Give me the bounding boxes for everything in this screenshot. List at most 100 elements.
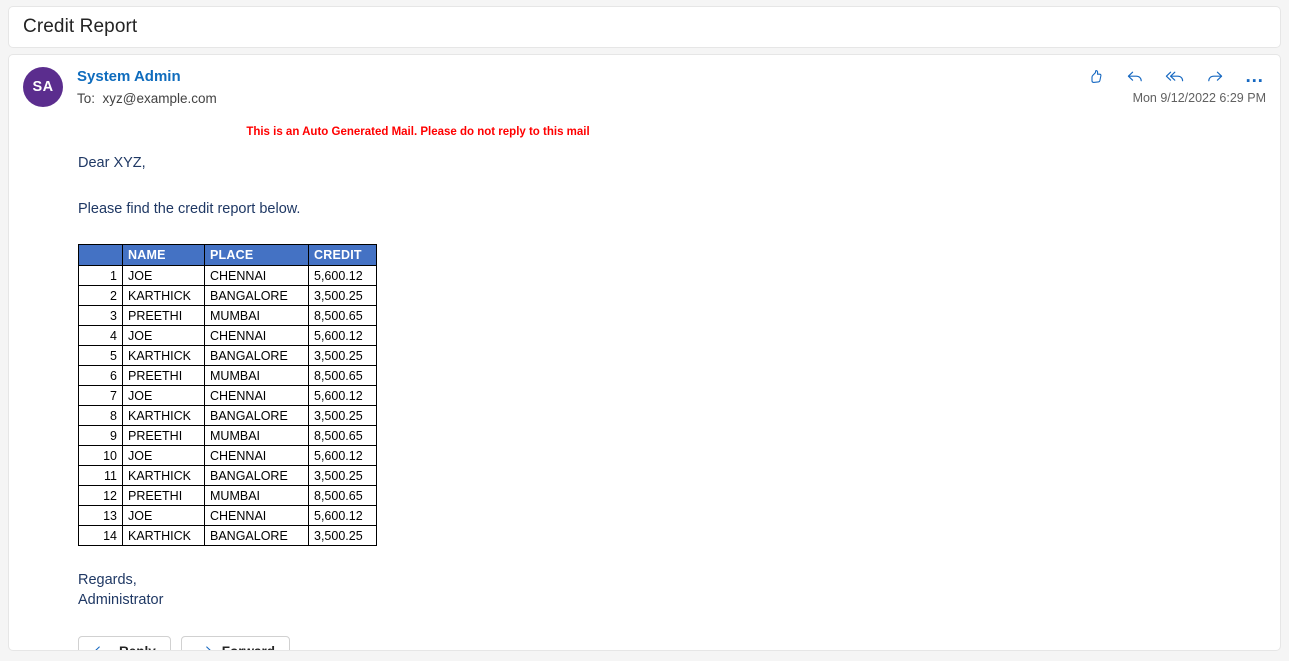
- cell-name: PREETHI: [122, 425, 205, 446]
- cell-name: JOE: [122, 445, 205, 466]
- cell-credit: 8,500.65: [308, 485, 377, 506]
- cell-name: JOE: [122, 265, 205, 286]
- cell-place: MUMBAI: [204, 365, 309, 386]
- table-head: NAME PLACE CREDIT: [78, 244, 377, 266]
- greeting-text: Dear XYZ,: [78, 155, 146, 171]
- cell-index: 1: [78, 265, 123, 286]
- cell-place: MUMBAI: [204, 425, 309, 446]
- cell-index: 12: [78, 485, 123, 506]
- cell-name: PREETHI: [122, 365, 205, 386]
- more-options-icon[interactable]: …: [1242, 65, 1268, 89]
- cell-index: 8: [78, 405, 123, 426]
- cell-place: BANGALORE: [204, 285, 309, 306]
- reply-button-label: Reply: [119, 644, 156, 650]
- cell-index: 4: [78, 325, 123, 346]
- table-row: 12 PREETHI MUMBAI 8,500.65: [78, 485, 377, 506]
- cell-credit: 5,600.12: [308, 265, 377, 286]
- cell-index: 14: [78, 525, 123, 546]
- intro-text: Please find the credit report below.: [78, 201, 301, 217]
- cell-name: KARTHICK: [122, 405, 205, 426]
- table-row: 14 KARTHICK BANGALORE 3,500.25: [78, 525, 377, 546]
- column-header-index: [78, 244, 123, 266]
- cell-place: BANGALORE: [204, 465, 309, 486]
- signature-block: Regards, Administrator: [78, 570, 1266, 610]
- table-header-row: NAME PLACE CREDIT: [78, 244, 377, 266]
- cell-name: KARTHICK: [122, 285, 205, 306]
- cell-name: PREETHI: [122, 305, 205, 326]
- cell-index: 6: [78, 365, 123, 386]
- cell-credit: 5,600.12: [308, 385, 377, 406]
- table-body: 1 JOE CHENNAI 5,600.12 2 KARTHICK BANGALORE 3,5…: [78, 265, 377, 546]
- avatar: SA: [23, 67, 63, 107]
- table-row: 5 KARTHICK BANGALORE 3,500.25: [78, 345, 377, 366]
- cell-name: JOE: [122, 385, 205, 406]
- cell-index: 5: [78, 345, 123, 366]
- table-row: 9 PREETHI MUMBAI 8,500.65: [78, 425, 377, 446]
- cell-place: CHENNAI: [204, 385, 309, 406]
- cell-index: 10: [78, 445, 123, 466]
- table-row: 3 PREETHI MUMBAI 8,500.65: [78, 305, 377, 326]
- reply-all-icon[interactable]: [1162, 65, 1188, 89]
- cell-index: 11: [78, 465, 123, 486]
- table-row: 8 KARTHICK BANGALORE 3,500.25: [78, 405, 377, 426]
- cell-credit: 8,500.65: [308, 425, 377, 446]
- message-actions: …: [1082, 65, 1268, 89]
- message-panel: SA System Admin To: xyz@example.com … Mo…: [8, 54, 1281, 651]
- auto-generated-notice: This is an Auto Generated Mail. Please d…: [246, 126, 590, 138]
- message-timestamp: Mon 9/12/2022 6:29 PM: [1132, 91, 1266, 105]
- cell-credit: 8,500.65: [308, 365, 377, 386]
- cell-credit: 5,600.12: [308, 505, 377, 526]
- cell-place: BANGALORE: [204, 345, 309, 366]
- cell-name: JOE: [122, 325, 205, 346]
- cell-index: 13: [78, 505, 123, 526]
- cell-name: PREETHI: [122, 485, 205, 506]
- forward-button-label: Forward: [222, 644, 275, 650]
- reply-icon[interactable]: [1122, 65, 1148, 89]
- table-row: 1 JOE CHENNAI 5,600.12: [78, 265, 377, 286]
- cell-name: KARTHICK: [122, 525, 205, 546]
- sender-name[interactable]: System Admin: [77, 67, 217, 87]
- table-row: 6 PREETHI MUMBAI 8,500.65: [78, 365, 377, 386]
- cell-index: 3: [78, 305, 123, 326]
- cell-index: 2: [78, 285, 123, 306]
- cell-credit: 3,500.25: [308, 525, 377, 546]
- reply-button[interactable]: Reply: [78, 636, 171, 650]
- forward-button[interactable]: Forward: [180, 636, 291, 650]
- forward-icon[interactable]: [1202, 65, 1228, 89]
- cell-credit: 3,500.25: [308, 465, 377, 486]
- table-row: 7 JOE CHENNAI 5,600.12: [78, 385, 377, 406]
- cell-index: 9: [78, 425, 123, 446]
- cell-place: BANGALORE: [204, 525, 309, 546]
- cell-place: MUMBAI: [204, 305, 309, 326]
- cell-credit: 3,500.25: [308, 285, 377, 306]
- table-row: 10 JOE CHENNAI 5,600.12: [78, 445, 377, 466]
- footer-buttons: Reply Forward: [78, 636, 1266, 650]
- cell-name: KARTHICK: [122, 465, 205, 486]
- cell-place: CHENNAI: [204, 325, 309, 346]
- column-header-place: PLACE: [204, 244, 309, 266]
- cell-name: KARTHICK: [122, 345, 205, 366]
- cell-place: CHENNAI: [204, 445, 309, 466]
- message-body: This is an Auto Generated Mail. Please d…: [9, 126, 1280, 650]
- cell-credit: 3,500.25: [308, 345, 377, 366]
- cell-place: CHENNAI: [204, 265, 309, 286]
- page-title: Credit Report: [23, 16, 138, 37]
- email-reading-pane: Credit Report SA System Admin To: xyz@ex…: [0, 0, 1289, 661]
- forward-icon: [196, 644, 213, 650]
- table-row: 4 JOE CHENNAI 5,600.12: [78, 325, 377, 346]
- recipient-line: To: xyz@example.com: [77, 91, 217, 106]
- table-row: 13 JOE CHENNAI 5,600.12: [78, 505, 377, 526]
- cell-credit: 3,500.25: [308, 405, 377, 426]
- cell-place: MUMBAI: [204, 485, 309, 506]
- cell-credit: 5,600.12: [308, 445, 377, 466]
- cell-credit: 8,500.65: [308, 305, 377, 326]
- more-options-label: …: [1244, 66, 1266, 87]
- message-header: SA System Admin To: xyz@example.com … Mo…: [9, 55, 1280, 109]
- thumbs-up-icon[interactable]: [1082, 65, 1108, 89]
- reply-icon: [93, 644, 110, 650]
- subject-panel: Credit Report: [8, 6, 1281, 48]
- cell-credit: 5,600.12: [308, 325, 377, 346]
- table-row: 2 KARTHICK BANGALORE 3,500.25: [78, 285, 377, 306]
- column-header-name: NAME: [122, 244, 205, 266]
- column-header-credit: CREDIT: [308, 244, 377, 266]
